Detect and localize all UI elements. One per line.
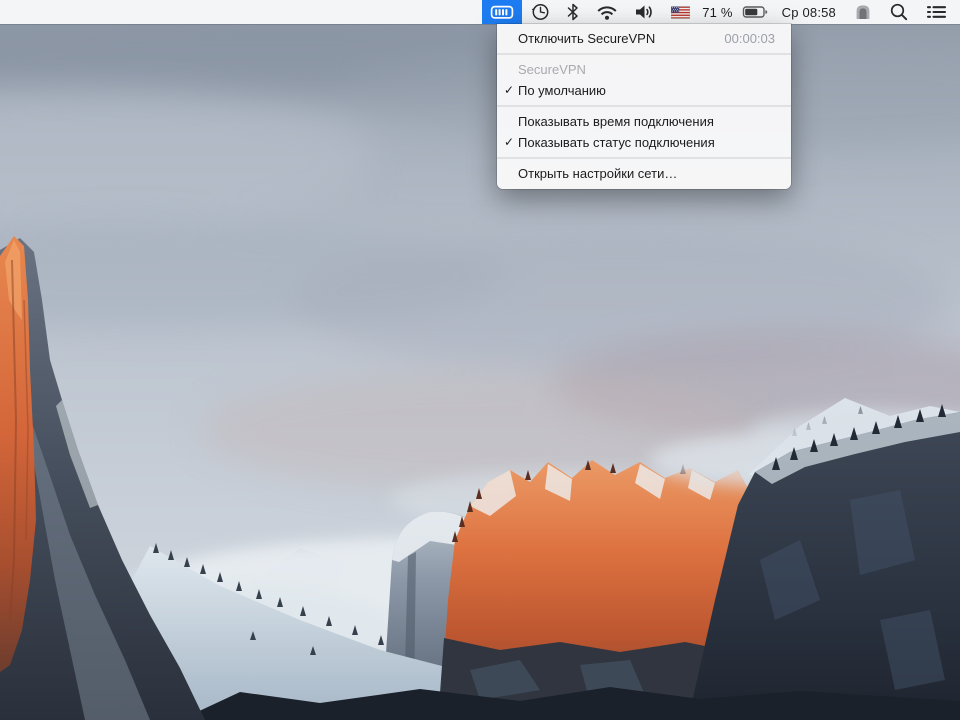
menu-bar: 71 % Ср 08:58 — [0, 0, 960, 24]
menu-item-default-config[interactable]: ✓ По умолчанию — [497, 80, 791, 101]
menu-item-label: По умолчанию — [518, 80, 606, 101]
checkmark-icon: ✓ — [502, 80, 516, 101]
vpn-active-icon — [489, 1, 515, 23]
menubar-empty-area — [0, 0, 482, 24]
menubar-clock[interactable]: Ср 08:58 — [773, 0, 845, 24]
menu-item-label: Показывать время подключения — [518, 111, 714, 132]
menu-separator — [497, 53, 791, 55]
menu-separator — [497, 105, 791, 107]
volume-menubar-item[interactable] — [626, 0, 664, 24]
menu-item-disconnect-vpn[interactable]: Отключить SecureVPN 00:00:03 — [497, 28, 791, 49]
battery-percent: 71 % — [697, 0, 737, 24]
desktop: 71 % Ср 08:58 — [0, 0, 960, 720]
menu-item-label: Показывать статус подключения — [518, 132, 715, 153]
battery-icon — [742, 1, 769, 23]
checkmark-icon: ✓ — [502, 132, 516, 153]
wallpaper-el-capitan — [0, 0, 960, 720]
menu-item-open-network-settings[interactable]: Открыть настройки сети… — [497, 163, 791, 184]
spotlight-search-icon — [888, 1, 910, 23]
menu-item-show-connection-time[interactable]: Показывать время подключения — [497, 111, 791, 132]
bluetooth-icon — [565, 1, 581, 23]
time-machine-menubar-item[interactable] — [522, 0, 558, 24]
vpn-dropdown-menu: Отключить SecureVPN 00:00:03 SecureVPN ✓… — [497, 24, 791, 189]
bluetooth-menubar-item[interactable] — [558, 0, 588, 24]
tunnel-vpn-menubar-item[interactable] — [845, 0, 881, 24]
connection-timer: 00:00:03 — [724, 28, 775, 49]
vpn-menubar-item[interactable] — [482, 0, 522, 24]
wifi-menubar-item[interactable] — [588, 0, 626, 24]
menu-item-label: SecureVPN — [518, 59, 586, 80]
menu-separator — [497, 157, 791, 159]
tunnel-vpn-icon — [852, 1, 874, 23]
battery-menubar-item[interactable] — [738, 0, 773, 24]
us-flag-icon — [671, 6, 690, 19]
menu-item-label: Отключить SecureVPN — [518, 28, 655, 49]
input-language-menubar-item[interactable] — [664, 0, 697, 24]
spotlight-menubar-item[interactable] — [881, 0, 917, 24]
time-machine-icon — [529, 1, 551, 23]
notification-center-icon — [924, 1, 948, 23]
volume-icon — [633, 1, 657, 23]
notification-center-menubar-item[interactable] — [917, 0, 960, 24]
menu-item-label: Открыть настройки сети… — [518, 163, 677, 184]
wifi-icon — [595, 1, 619, 23]
menu-item-show-connection-status[interactable]: ✓ Показывать статус подключения — [497, 132, 791, 153]
menu-item-config-header: SecureVPN — [497, 59, 791, 80]
